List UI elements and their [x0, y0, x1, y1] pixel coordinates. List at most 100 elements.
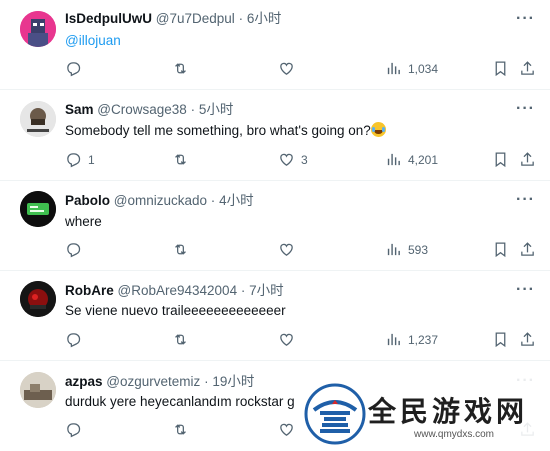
timestamp[interactable]: 4小时 [219, 193, 254, 208]
views-button[interactable]: 593 [385, 241, 428, 258]
repost-button[interactable] [172, 241, 189, 258]
like-button[interactable] [278, 331, 301, 348]
repost-icon [175, 63, 186, 74]
username[interactable]: @7u7Dedpul [156, 11, 235, 26]
watermark: 全民游戏网 www.qmydxs.com [296, 378, 550, 451]
timestamp[interactable]: 7小时 [249, 283, 284, 298]
analytics-icon [387, 153, 400, 166]
tweet[interactable]: Pabolo @omnizuckado · 4小时 where ··· 593 [0, 181, 550, 271]
repost-icon [175, 424, 186, 435]
display-name[interactable]: RobAre [65, 283, 114, 298]
display-name[interactable]: Sam [65, 102, 94, 117]
repost-button[interactable] [172, 331, 189, 348]
tweet[interactable]: IsDedpulUwU @7u7Dedpul · 6小时 @illojuan ·… [0, 0, 550, 90]
share-button[interactable] [519, 331, 536, 348]
heart-icon [280, 62, 293, 75]
share-icon [521, 152, 534, 166]
reply-icon [67, 153, 81, 168]
like-button[interactable] [278, 60, 301, 77]
username[interactable]: @Crowsage38 [97, 102, 187, 117]
timestamp[interactable]: 6小时 [247, 11, 282, 26]
reply-button[interactable] [65, 331, 88, 348]
views-button[interactable]: 1,237 [385, 331, 438, 348]
tweet-header: IsDedpulUwU @7u7Dedpul · 6小时 [65, 11, 281, 27]
tweet-actions: 1,034 [0, 60, 550, 80]
tweet-text[interactable]: @illojuan [65, 32, 121, 50]
heart-icon [280, 333, 293, 346]
bookmark-button[interactable] [492, 331, 509, 348]
analytics-icon [387, 62, 400, 75]
tweet-text[interactable]: Se viene nuevo traileeeeeeeeeeeeer [65, 302, 286, 320]
avatar[interactable] [20, 101, 56, 137]
repost-icon [175, 244, 186, 255]
display-name[interactable]: azpas [65, 374, 103, 389]
reply-button[interactable] [65, 241, 88, 258]
like-button[interactable]: 3 [278, 151, 308, 168]
tweet-text-content: Somebody tell me something, bro what's g… [65, 123, 371, 138]
tweet-actions: 593 [0, 241, 550, 261]
share-icon [521, 242, 534, 256]
timestamp[interactable]: 19小时 [212, 374, 254, 389]
view-count: 593 [408, 242, 429, 257]
timestamp[interactable]: 5小时 [199, 102, 234, 117]
more-options-button[interactable]: ··· [516, 11, 535, 27]
bookmark-icon [495, 242, 506, 258]
share-icon [521, 332, 534, 346]
separator: · [210, 193, 216, 208]
tweet-header: RobAre @RobAre94342004 · 7小时 [65, 283, 284, 299]
avatar-image [20, 372, 56, 408]
avatar[interactable] [20, 281, 56, 317]
bookmark-button[interactable] [492, 241, 509, 258]
avatar[interactable] [20, 191, 56, 227]
avatar-image [20, 101, 56, 137]
display-name[interactable]: Pabolo [65, 193, 110, 208]
like-button[interactable] [278, 421, 295, 438]
repost-button[interactable] [172, 421, 189, 438]
bookmark-button[interactable] [492, 151, 509, 168]
tweet[interactable]: RobAre @RobAre94342004 · 7小时 Se viene nu… [0, 271, 550, 361]
username[interactable]: @omnizuckado [114, 193, 207, 208]
display-name[interactable]: IsDedpulUwU [65, 11, 152, 26]
more-options-button[interactable]: ··· [516, 192, 535, 208]
bookmark-icon [495, 61, 506, 77]
avatar[interactable] [20, 11, 56, 47]
analytics-icon [387, 333, 400, 346]
bookmark-icon [495, 152, 506, 168]
more-options-button[interactable]: ··· [516, 101, 535, 117]
reply-button[interactable] [65, 421, 88, 438]
tweet-header: Pabolo @omnizuckado · 4小时 [65, 193, 254, 209]
view-count: 4,201 [408, 152, 439, 167]
tweet-text[interactable]: durduk yere heyecanlandım rockstar g [65, 393, 295, 411]
reply-count: 1 [88, 152, 95, 167]
tweet[interactable]: Sam @Crowsage38 · 5小时 Somebody tell me s… [0, 90, 550, 181]
bookmark-icon [495, 332, 506, 348]
tweet-actions: 1 3 4,201 [0, 151, 550, 171]
repost-button[interactable] [172, 151, 189, 168]
tweet-text[interactable]: where [65, 213, 102, 231]
reply-icon [67, 62, 81, 77]
bookmark-button[interactable] [492, 60, 509, 77]
reply-button[interactable]: 1 [65, 151, 95, 168]
face-with-tears-of-joy-icon [370, 122, 386, 137]
username[interactable]: @ozgurvetemiz [106, 374, 200, 389]
heart-icon [280, 243, 293, 256]
more-options-button[interactable]: ··· [516, 282, 535, 298]
watermark-url: www.qmydxs.com [414, 429, 495, 440]
mention-link[interactable]: @illojuan [65, 33, 121, 48]
views-button[interactable]: 4,201 [385, 151, 438, 168]
avatar[interactable] [20, 372, 56, 408]
share-button[interactable] [519, 241, 536, 258]
share-icon [521, 61, 534, 75]
repost-icon [175, 154, 186, 165]
reply-button[interactable] [65, 60, 88, 77]
share-button[interactable] [519, 151, 536, 168]
views-button[interactable]: 1,034 [385, 60, 438, 77]
repost-button[interactable] [172, 60, 189, 77]
tweet-header: Sam @Crowsage38 · 5小时 [65, 102, 233, 118]
share-button[interactable] [519, 60, 536, 77]
tweet-text[interactable]: Somebody tell me something, bro what's g… [65, 122, 386, 140]
like-button[interactable] [278, 241, 301, 258]
reply-icon [67, 333, 81, 348]
separator: · [238, 11, 244, 26]
username[interactable]: @RobAre94342004 [118, 283, 238, 298]
